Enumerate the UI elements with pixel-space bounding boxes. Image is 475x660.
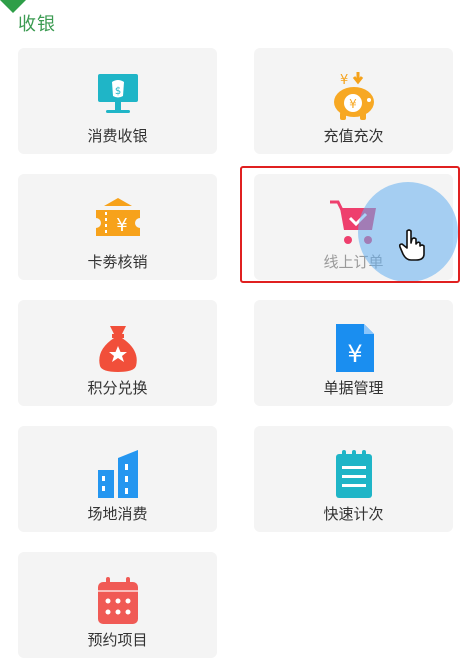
svg-text:$: $ (114, 86, 120, 97)
tile-label: 预约项目 (87, 631, 148, 649)
tile-appointment[interactable]: 预约项目 (18, 552, 217, 658)
buildings-icon (97, 450, 138, 498)
tile-quick-count[interactable]: 快速计次 (254, 426, 453, 532)
tile-label: 充值充次 (323, 127, 384, 145)
document-yuan-icon: ¥ (335, 324, 374, 372)
money-bag-icon (98, 326, 137, 372)
tile-online-orders[interactable]: 线上订单 (254, 174, 453, 280)
monitor-yuan-icon: $ (97, 74, 138, 113)
svg-text:¥: ¥ (347, 340, 362, 368)
svg-text:¥: ¥ (349, 97, 357, 111)
tile-label: 单据管理 (323, 379, 384, 397)
tile-coupon-redeem[interactable]: ¥ 卡劵核销 (18, 174, 217, 280)
section-title: 收银 (18, 14, 56, 35)
tile-label: 场地消费 (87, 505, 148, 523)
tile-label: 积分兑换 (87, 379, 148, 397)
piggy-bank-icon: ¥ ¥ (333, 72, 374, 120)
tile-label: 消费收银 (87, 127, 148, 145)
tile-recharge[interactable]: ¥ ¥ 充值充次 (254, 48, 453, 154)
shopping-cart-icon (329, 200, 376, 244)
svg-text:¥: ¥ (116, 215, 127, 236)
tile-label: 卡劵核销 (87, 253, 148, 271)
tile-label: 快速计次 (323, 505, 384, 523)
tile-venue-consumption[interactable]: 场地消费 (18, 426, 217, 532)
tile-consumption-checkout[interactable]: $ 消费收银 (18, 48, 217, 154)
tile-label: 线上订单 (323, 253, 384, 271)
tile-document-management[interactable]: ¥ 单据管理 (254, 300, 453, 406)
notepad-icon (335, 450, 372, 498)
tile-points-exchange[interactable]: 积分兑换 (18, 300, 217, 406)
ticket-yuan-icon: ¥ (95, 198, 140, 236)
svg-text:¥: ¥ (340, 73, 348, 88)
calendar-icon (97, 577, 138, 624)
